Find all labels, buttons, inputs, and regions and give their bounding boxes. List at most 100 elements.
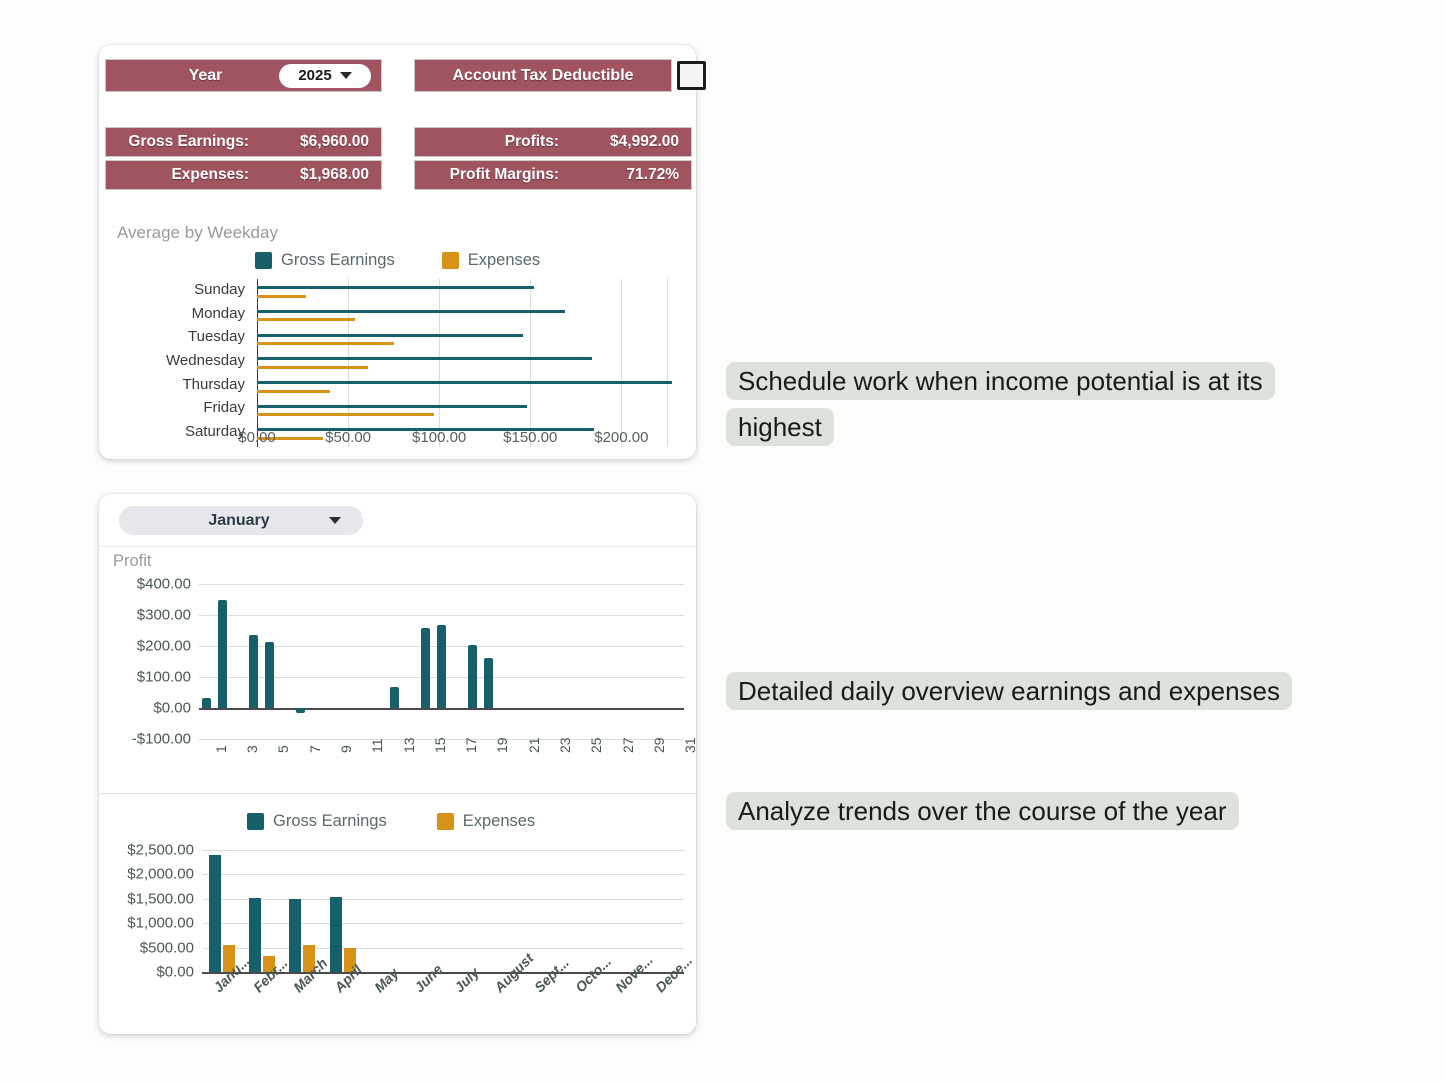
daily-y-tick: $300.00: [136, 606, 191, 624]
monthly-chart: $2,500.00 $2,000.00 $1,500.00 $1,000.00 $500…: [99, 842, 696, 1032]
weekday-bar-expenses: [257, 342, 394, 346]
legend-swatch-gross-earnings: [255, 252, 272, 269]
daily-y-tick: -$100.00: [131, 730, 191, 748]
gridline: [348, 279, 350, 447]
gridline: [202, 874, 684, 876]
weekday-bar-expenses: [257, 413, 434, 417]
gridline: [202, 947, 684, 949]
weekday-axis-label: Tuesday: [188, 328, 245, 346]
year-value: 2025: [298, 67, 332, 84]
daily-y-tick: $200.00: [136, 637, 191, 655]
weekday-x-tick: $50.00: [325, 429, 372, 446]
monthly-y-tick: $500.00: [139, 939, 194, 957]
legend-swatch-expenses: [436, 813, 454, 830]
daily-x-tick: 21: [525, 737, 542, 753]
gridline: [202, 923, 684, 925]
divider: [99, 793, 696, 794]
daily-profit-bar: [217, 600, 227, 708]
daily-y-tick: $100.00: [136, 668, 191, 686]
weekday-legend: Gross Earnings Expenses: [255, 251, 540, 270]
month-dropdown-value: January: [208, 511, 270, 529]
gridline: [257, 279, 258, 447]
callout-schedule: Schedule work when income potential is a…: [726, 358, 1275, 450]
monthly-bar-gross-earnings: [329, 897, 342, 972]
monthly-bar-gross-earnings: [209, 855, 222, 972]
daily-y-tick: $400.00: [136, 575, 191, 593]
year-dropdown[interactable]: 2025: [279, 63, 371, 88]
callout-trends: Analyze trends over the course of the ye…: [726, 788, 1326, 834]
daily-x-tick: 5: [275, 745, 292, 753]
kpi-profits-value: $4,992.00: [610, 133, 679, 150]
legend-label-gross-earnings: Gross Earnings: [273, 812, 387, 830]
monthly-bar-gross-earnings: [249, 897, 262, 972]
daily-x-tick: 31: [682, 737, 699, 753]
daily-profit-bar: [437, 624, 446, 708]
legend-label-expenses: Expenses: [462, 812, 536, 830]
year-label: Year: [188, 66, 223, 84]
daily-profit-bar: [483, 658, 493, 708]
callout-daily: Detailed daily overview earnings and exp…: [726, 668, 1306, 714]
year-selector-bar[interactable]: Year 2025: [105, 59, 382, 92]
monthly-y-tick: $1,500.00: [127, 890, 194, 908]
daily-x-tick: 29: [650, 737, 667, 753]
weekday-axis-label: Wednesday: [166, 352, 245, 369]
legend-item-expenses: Expenses: [436, 812, 536, 831]
legend-item-expenses: Expenses: [441, 251, 541, 270]
monthly-y-tick: $2,000.00: [127, 865, 194, 883]
gridline: [199, 584, 684, 585]
daily-x-tick: 9: [337, 745, 354, 753]
weekday-bar-gross-earnings: [257, 404, 527, 408]
weekday-bar-gross-earnings: [257, 333, 523, 337]
month-detail-panel: January Profit $400.00 $300.00 $200.00 $100…: [99, 494, 699, 1034]
weekday-axis-label: Monday: [191, 304, 245, 322]
gridline: [202, 898, 684, 900]
gridline: [439, 279, 441, 447]
kpi-expenses: Expenses: $1,968.00: [105, 160, 382, 190]
kpi-profit-margins: Profit Margins: 71.72%: [414, 160, 692, 190]
daily-x-tick: 19: [494, 737, 511, 753]
gridline: [199, 615, 684, 616]
profit-chart-title: Profit: [113, 552, 152, 570]
weekday-bar-expenses: [257, 389, 330, 393]
weekday-bar-expenses: [257, 294, 307, 298]
monthly-x-tick: Octo...: [571, 953, 614, 996]
weekday-axis-label: Sunday: [194, 280, 245, 298]
legend-label-gross-earnings: Gross Earnings: [281, 251, 395, 269]
daily-x-tick: 3: [244, 745, 261, 753]
daily-profit-chart: $400.00 $300.00 $200.00 $100.00 $0.00 -$100.0…: [99, 575, 699, 778]
daily-x-tick: 13: [400, 737, 417, 753]
gridline: [530, 279, 532, 447]
legend-item-gross-earnings: Gross Earnings: [255, 251, 395, 270]
gridline: [202, 850, 684, 851]
tax-deductible-bar[interactable]: Account Tax Deductible: [414, 59, 672, 92]
kpi-group-right: Profits: $4,992.00 Profit Margins: 71.72…: [414, 127, 692, 193]
kpi-gross-earnings-label: Gross Earnings:: [128, 133, 249, 150]
weekday-axis-label: Friday: [203, 399, 245, 417]
tax-deductible-checkbox[interactable]: [677, 61, 706, 90]
monthly-legend: Gross Earnings Expenses: [247, 812, 535, 831]
daily-x-tick: 1: [212, 745, 229, 753]
monthly-y-tick: $0.00: [156, 963, 194, 981]
daily-y-tick: $0.00: [153, 699, 191, 717]
legend-item-gross-earnings: Gross Earnings: [247, 812, 387, 831]
monthly-y-tick: $2,500.00: [127, 841, 194, 859]
kpi-profits: Profits: $4,992.00: [414, 127, 692, 157]
weekday-x-axis: $0.00 $50.00 $100.00 $150.00 $200.00: [105, 427, 690, 453]
weekday-x-tick: $150.00: [503, 429, 558, 446]
chevron-down-icon: [339, 72, 352, 79]
daily-x-tick: 25: [588, 737, 605, 753]
weekday-bar-gross-earnings: [257, 286, 534, 290]
daily-profit-bar: [421, 628, 431, 708]
kpi-profits-label: Profits:: [504, 133, 559, 150]
daily-x-tick: 11: [369, 738, 386, 753]
callout-schedule-text: Schedule work when income potential is a…: [726, 362, 1275, 446]
divider: [99, 546, 696, 547]
monthly-x-tick: Sept...: [531, 954, 573, 996]
daily-profit-bar: [390, 686, 400, 708]
gridline: [621, 279, 623, 447]
legend-label-expenses: Expenses: [467, 251, 541, 269]
gridline: [199, 708, 684, 710]
kpi-profit-margins-value: 71.72%: [626, 166, 679, 183]
monthly-bar-gross-earnings: [289, 899, 302, 972]
month-dropdown[interactable]: January: [119, 506, 363, 535]
